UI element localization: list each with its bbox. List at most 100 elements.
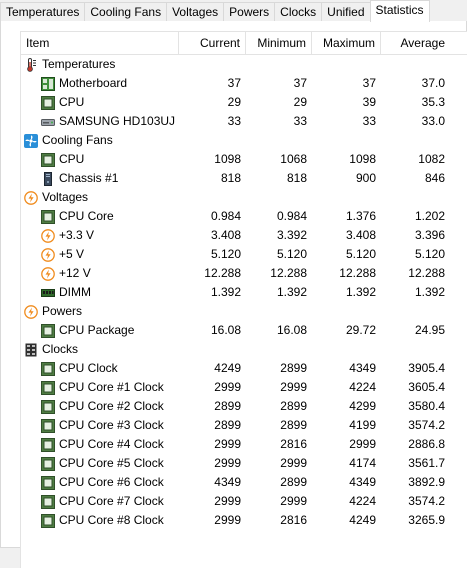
item-cell: Motherboard (21, 74, 179, 93)
table-row[interactable]: CPU Core 0.984 0.984 1.376 1.202 (21, 207, 467, 226)
group-cell: Clocks (21, 340, 179, 359)
group-row[interactable]: Temperatures (21, 55, 467, 74)
table-row[interactable]: CPU 29 29 39 35.3 (21, 93, 467, 112)
maximum-value: 37 (362, 76, 376, 90)
minimum-value: 37 (293, 76, 307, 90)
memory-icon (41, 286, 55, 300)
current-value: 1098 (214, 152, 241, 166)
table-row[interactable]: CPU Package 16.08 16.08 29.72 24.95 (21, 321, 467, 340)
column-header-current[interactable]: Current (179, 32, 246, 55)
current-value: 5.120 (210, 247, 241, 261)
current-value: 2999 (214, 513, 241, 527)
maximum-value: 4224 (349, 380, 376, 394)
column-header-average[interactable]: Average (381, 32, 450, 55)
average-value: 1.202 (414, 209, 445, 223)
table-row[interactable]: CPU Core #2 Clock 2899 2899 4299 3580.4 (21, 397, 467, 416)
table-row[interactable]: CPU Core #3 Clock 2899 2899 4199 3574.2 (21, 416, 467, 435)
group-row[interactable]: Powers (21, 302, 467, 321)
current-value: 3.408 (210, 228, 241, 242)
item-cell: CPU Core #2 Clock (21, 397, 179, 416)
voltage-icon (41, 228, 55, 243)
maximum-value: 4199 (349, 418, 376, 432)
table-row[interactable]: CPU Core #7 Clock 2999 2999 4224 3574.2 (21, 492, 467, 511)
item-label: CPU Core #1 Clock (59, 380, 164, 394)
minimum-value: 2999 (280, 494, 307, 508)
column-header-maximum[interactable]: Maximum (312, 32, 381, 55)
table-row[interactable]: CPU Core #4 Clock 2999 2816 2999 2886.8 (21, 435, 467, 454)
average-value: 5.120 (414, 247, 445, 261)
table-row[interactable]: CPU Core #8 Clock 2999 2816 4249 3265.9 (21, 511, 467, 530)
group-cell: Powers (21, 302, 179, 321)
tab-clocks[interactable]: Clocks (274, 2, 323, 22)
maximum-value: 4249 (349, 513, 376, 527)
table-row[interactable]: CPU Core #6 Clock 4349 2899 4349 3892.9 (21, 473, 467, 492)
minimum-value: 33 (293, 114, 307, 128)
chip-icon (41, 380, 55, 395)
item-label: CPU Package (59, 323, 135, 337)
item-label: CPU Core #8 Clock (59, 513, 164, 527)
chip-icon (41, 456, 55, 471)
maximum-value: 1098 (349, 152, 376, 166)
average-value: 3561.7 (408, 456, 445, 470)
table-row[interactable]: +5 V 5.120 5.120 5.120 5.120 (21, 245, 467, 264)
average-value: 2886.8 (408, 437, 445, 451)
table-row[interactable]: SAMSUNG HD103UJ 33 33 33 33.0 (21, 112, 467, 131)
maximum-value: 1.376 (345, 209, 376, 223)
item-cell: CPU Core #7 Clock (21, 492, 179, 511)
minimum-value: 29 (293, 95, 307, 109)
table-row[interactable]: Chassis #1 818 818 900 846 (21, 169, 467, 188)
item-cell: CPU Core #1 Clock (21, 378, 179, 397)
tab-temperatures[interactable]: Temperatures (0, 2, 86, 22)
current-value: 2999 (214, 456, 241, 470)
table-row[interactable]: +12 V 12.288 12.288 12.288 12.288 (21, 264, 467, 283)
table-row[interactable]: CPU Clock 4249 2899 4349 3905.4 (21, 359, 467, 378)
item-cell: CPU Core #6 Clock (21, 473, 179, 492)
table-row[interactable]: +3.3 V 3.408 3.392 3.408 3.396 (21, 226, 467, 245)
table-row[interactable]: Motherboard 37 37 37 37.0 (21, 74, 467, 93)
group-cell: Temperatures (21, 55, 179, 74)
group-row[interactable]: Cooling Fans (21, 131, 467, 150)
tab-powers[interactable]: Powers (223, 2, 276, 22)
group-label: Powers (42, 304, 83, 318)
current-value: 12.288 (204, 266, 241, 280)
item-cell: +3.3 V (21, 226, 179, 245)
current-value: 2999 (214, 494, 241, 508)
average-value: 3265.9 (408, 513, 445, 527)
minimum-value: 1.392 (276, 285, 307, 299)
minimum-value: 2899 (280, 475, 307, 489)
tab-unified[interactable]: Unified (321, 2, 371, 22)
tab-cooling-fans[interactable]: Cooling Fans (84, 2, 168, 22)
tab-voltages[interactable]: Voltages (166, 2, 225, 22)
minimum-value: 1068 (280, 152, 307, 166)
group-label: Temperatures (42, 57, 116, 71)
average-value: 846 (424, 171, 445, 185)
maximum-value: 2999 (349, 437, 376, 451)
maximum-value: 3.408 (345, 228, 376, 242)
column-header-item[interactable]: Item (21, 32, 179, 55)
minimum-value: 2999 (280, 456, 307, 470)
table-row[interactable]: CPU Core #1 Clock 2999 2999 4224 3605.4 (21, 378, 467, 397)
chip-icon (41, 361, 55, 376)
table-row[interactable]: CPU 1098 1068 1098 1082 (21, 150, 467, 169)
average-value: 37.0 (421, 76, 445, 90)
group-row[interactable]: Clocks (21, 340, 467, 359)
table-row[interactable]: DIMM 1.392 1.392 1.392 1.392 (21, 283, 467, 302)
tab-statistics[interactable]: Statistics (369, 0, 430, 22)
chip-icon (41, 152, 55, 167)
column-header-minimum[interactable]: Minimum (246, 32, 312, 55)
statistics-panel: Item Current Minimum Maximum Average Tem… (0, 21, 467, 568)
item-label: +3.3 V (59, 228, 95, 242)
maximum-value: 900 (355, 171, 376, 185)
table-row[interactable]: CPU Core #5 Clock 2999 2999 4174 3561.7 (21, 454, 467, 473)
item-label: CPU Core #3 Clock (59, 418, 164, 432)
chip-icon (41, 95, 55, 110)
voltage-icon (41, 247, 55, 262)
chip-icon (41, 323, 55, 338)
chip-icon (41, 513, 55, 528)
group-row[interactable]: Voltages (21, 188, 467, 207)
average-value: 33.0 (421, 114, 445, 128)
item-cell: CPU Core #3 Clock (21, 416, 179, 435)
item-label: Chassis #1 (59, 171, 119, 185)
chip-icon (41, 494, 55, 509)
minimum-value: 2899 (280, 399, 307, 413)
